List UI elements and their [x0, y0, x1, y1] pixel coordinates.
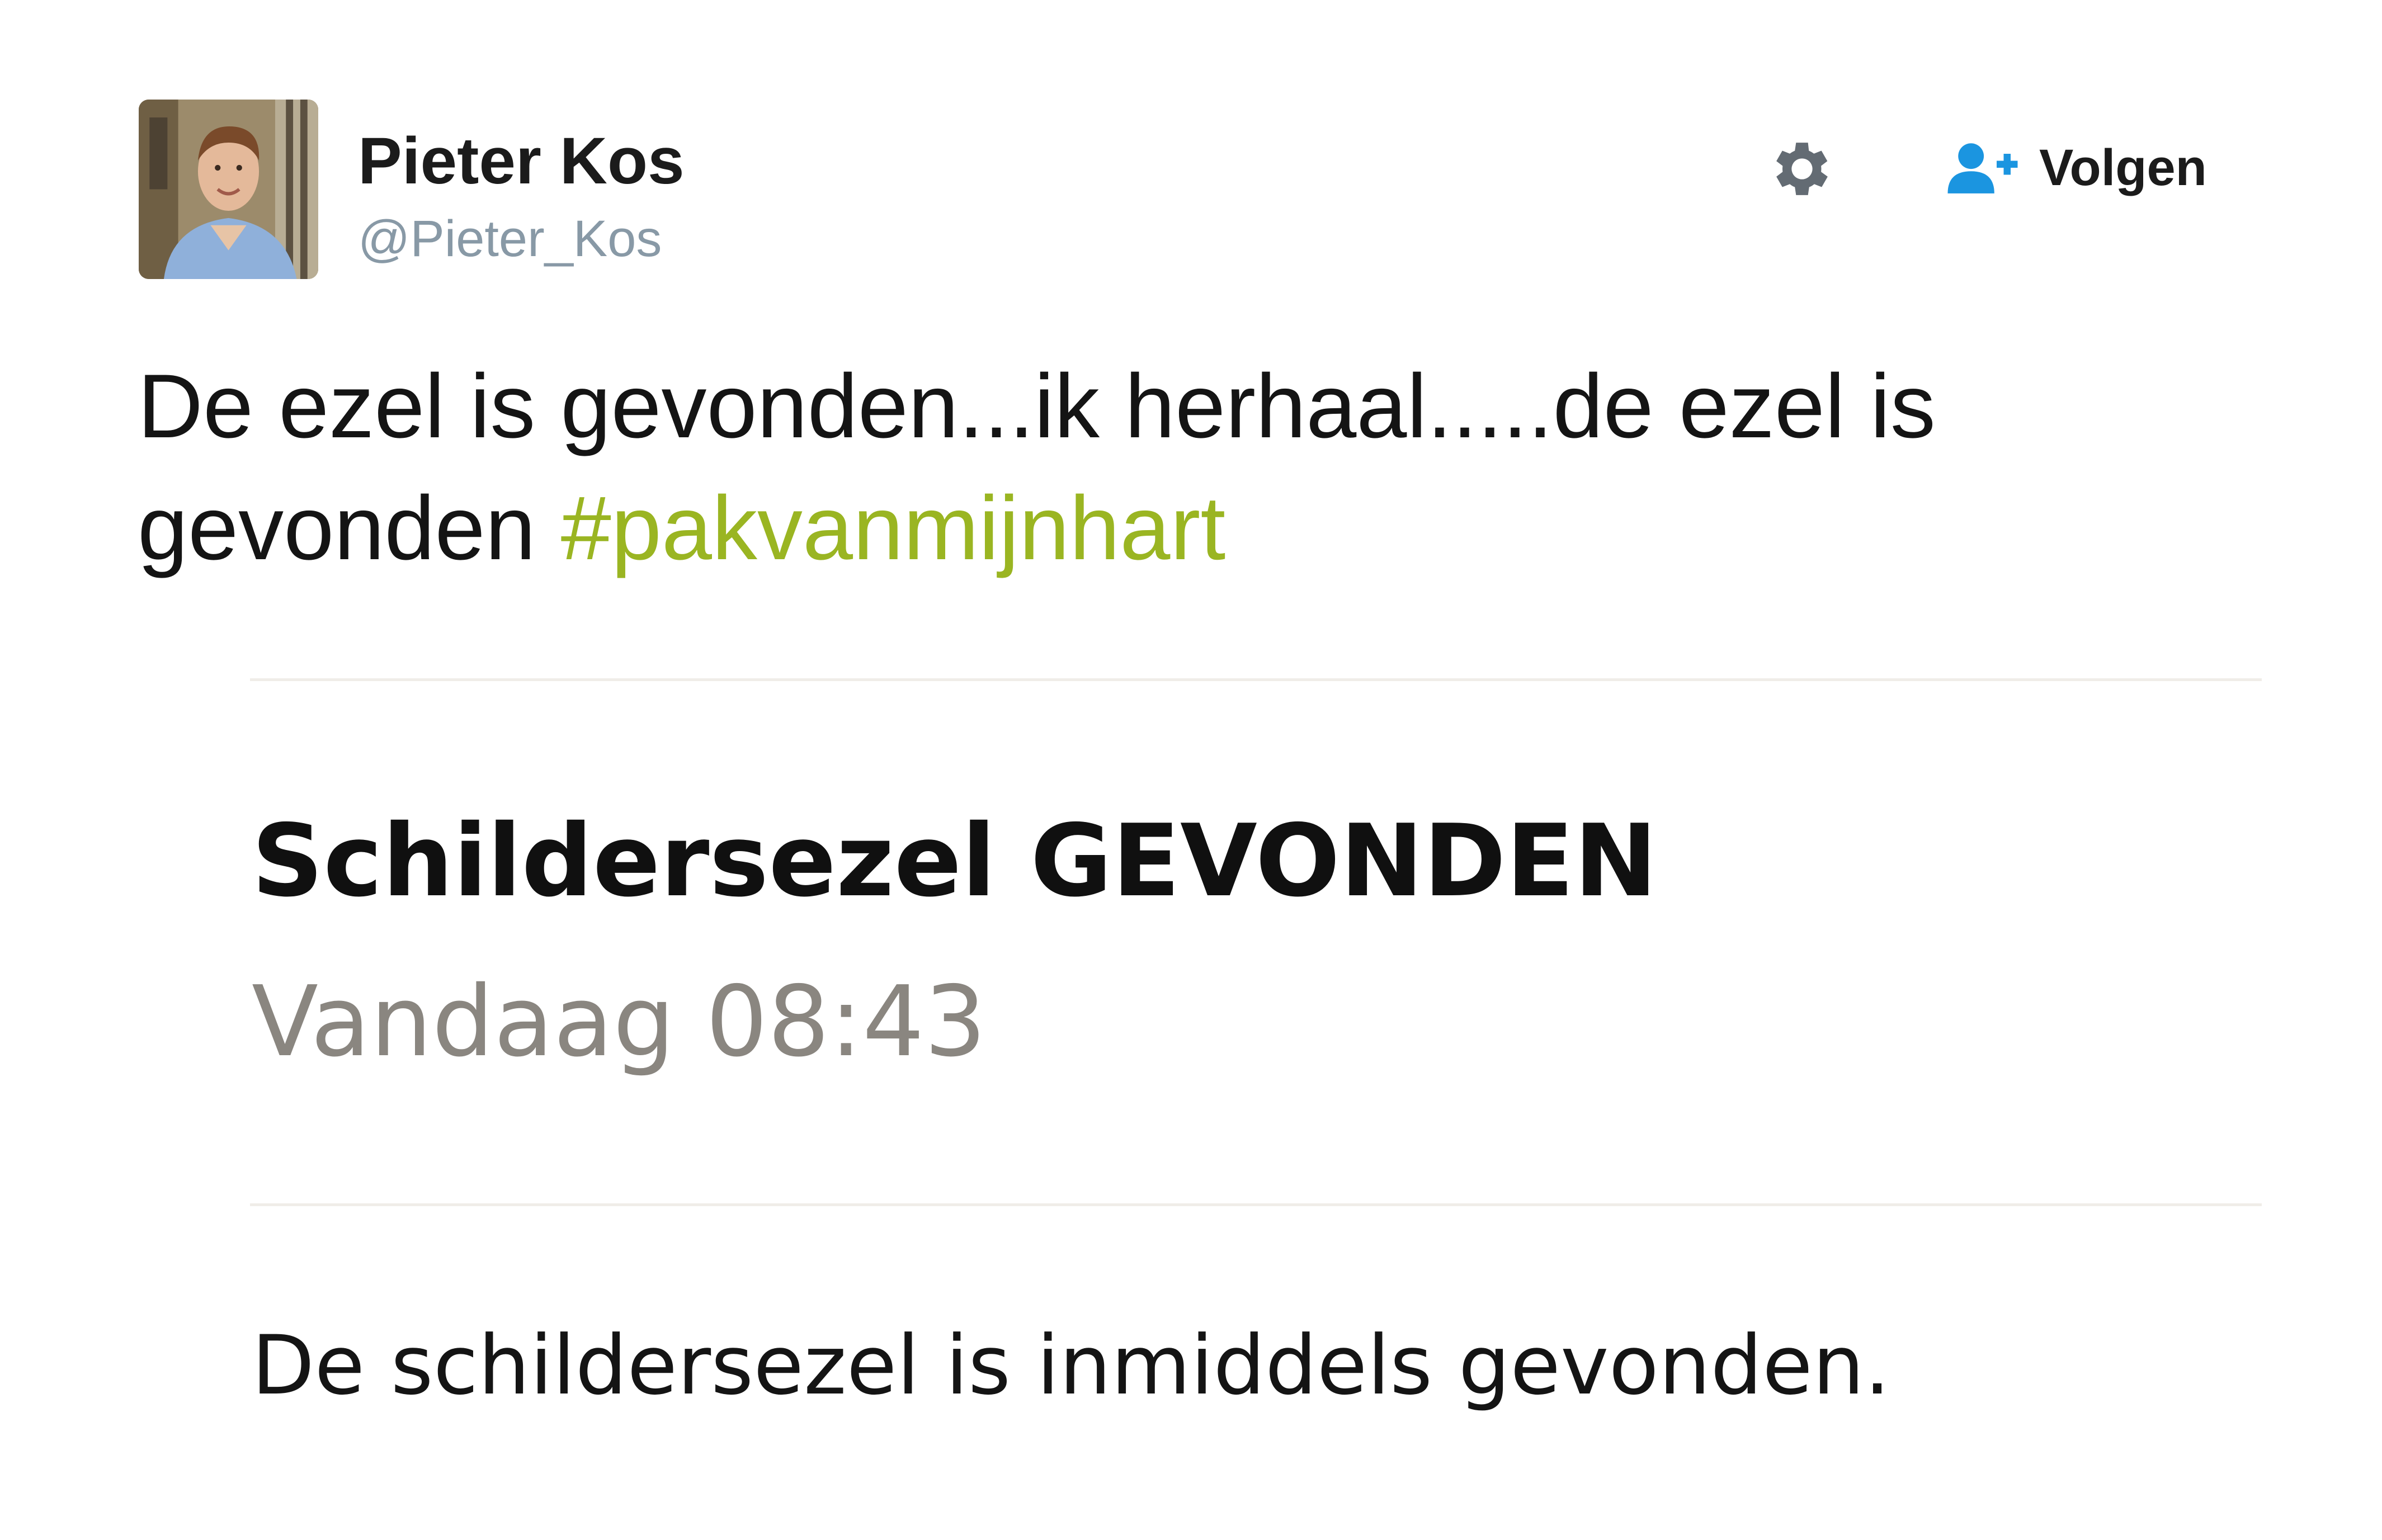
add-user-icon: [1945, 140, 2020, 196]
author-handle[interactable]: @Pieter_Kos: [358, 208, 662, 270]
notice-title: Schildersezel GEVONDEN: [252, 803, 1658, 919]
gear-icon[interactable]: [1766, 133, 1838, 205]
notice-divider-bottom: [250, 1203, 2262, 1206]
notice-divider-top: [250, 678, 2262, 681]
tweet-card: Pieter Kos @Pieter_Kos Volgen De ezel is…: [0, 0, 2382, 1540]
author-name[interactable]: Pieter Kos: [358, 122, 685, 200]
notice-body: De schildersezel is inmiddels gevonden.: [252, 1318, 1890, 1413]
notice-timestamp: Vandaag 08:43: [252, 965, 987, 1079]
follow-label: Volgen: [2039, 139, 2207, 196]
hashtag-link[interactable]: #pakvanmijnhart: [561, 478, 1226, 579]
tweet-text: De ezel is gevonden...ik herhaal.....de …: [138, 346, 2218, 589]
author-avatar[interactable]: [139, 100, 318, 279]
follow-button[interactable]: Volgen: [1945, 134, 2207, 201]
avatar-photo: [139, 100, 318, 279]
